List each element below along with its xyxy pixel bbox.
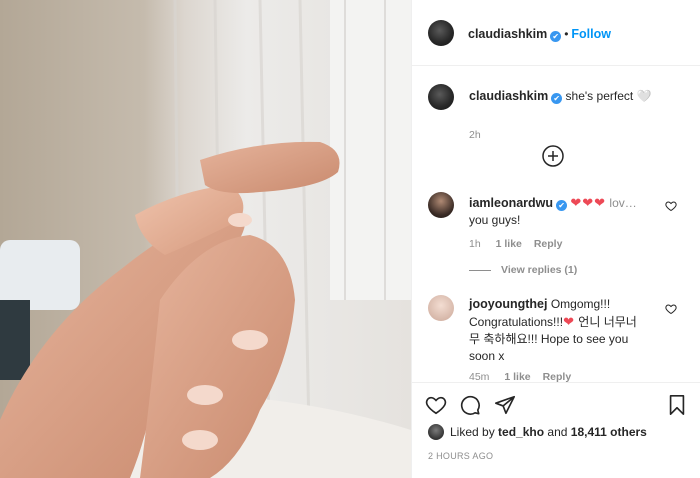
comment-body-line2a: Congratulations!!! [469, 315, 564, 329]
liked-and: and [547, 425, 568, 439]
heart-icon[interactable] [665, 200, 677, 212]
liked-by-line: Liked by ted_kho and 18,411 others [428, 424, 647, 440]
reply-button[interactable]: Reply [543, 371, 572, 382]
caption-age: 2h [469, 129, 481, 141]
post-actions: Liked by ted_kho and 18,411 others 2 HOU… [412, 382, 700, 478]
verified-icon: ✔ [550, 31, 562, 42]
comment-icon[interactable] [459, 394, 481, 416]
comment-likes[interactable]: 1 like [504, 371, 530, 382]
plus-circle-icon[interactable] [542, 145, 564, 167]
comment-row: jooyoungthej Omgomg!!! Congratulations!!… [412, 295, 700, 382]
post-header: claudiashkim ✔ • Follow [412, 0, 700, 66]
comment-body-line2: you guys! [469, 213, 521, 227]
caption-body: she's perfect 🤍 [565, 89, 652, 103]
comment-body-line2b: 언니 너무너 [574, 315, 637, 329]
red-heart-emoji: ❤ [563, 314, 575, 329]
liked-count[interactable]: 18,411 others [571, 425, 647, 439]
header-line: claudiashkim ✔ • Follow [468, 25, 611, 43]
verified-icon: ✔ [551, 93, 563, 104]
view-replies-button[interactable]: View replies (1) [469, 264, 577, 276]
reply-button[interactable]: Reply [534, 238, 563, 250]
comment-age: 1h [469, 238, 481, 250]
comment-likes[interactable]: 1 like [496, 238, 522, 250]
instagram-post-window: claudiashkim ✔ • Follow claudiashkim ✔ she's… [0, 0, 700, 478]
comment-row: iamleonardwu ✔ ❤❤❤ lov… you guys! 1h 1 li… [412, 192, 700, 262]
liker-avatar[interactable] [428, 424, 444, 440]
post-timestamp[interactable]: 2 HOURS AGO [428, 451, 493, 461]
comment-meta: 45m 1 like Reply [469, 371, 571, 382]
caption-avatar[interactable] [428, 84, 454, 110]
verified-icon: ✔ [556, 200, 568, 211]
comment-body-line1: Omgomg!!! [550, 297, 611, 311]
comment-username[interactable]: iamleonardwu [469, 196, 553, 210]
liked-user[interactable]: ted_kho [498, 425, 544, 439]
view-replies-label: View replies (1) [501, 264, 578, 276]
author-avatar[interactable] [428, 20, 454, 46]
comment-username[interactable]: jooyoungthej [469, 297, 547, 311]
caption-text: claudiashkim ✔ she's perfect 🤍 [469, 88, 661, 105]
caption-username[interactable]: claudiashkim [469, 89, 548, 103]
comment-text: jooyoungthej Omgomg!!! Congratulations!!… [469, 296, 661, 365]
heart-icon[interactable] [425, 394, 447, 416]
comments-list[interactable]: claudiashkim ✔ she's perfect 🤍 2h iamleon… [412, 67, 700, 382]
liked-prefix: Liked by [450, 425, 495, 439]
comment-body-truncated: lov… [609, 196, 637, 210]
caption-row: claudiashkim ✔ she's perfect 🤍 2h [412, 84, 700, 144]
heart-icon[interactable] [665, 303, 677, 315]
comment-text: iamleonardwu ✔ ❤❤❤ lov… you guys! [469, 194, 661, 229]
commenter-avatar[interactable] [428, 192, 454, 218]
hands-photo-illustration [0, 0, 411, 478]
caption-meta: 2h [469, 129, 493, 141]
comment-body-line4: soon x [469, 349, 505, 363]
post-side-panel: claudiashkim ✔ • Follow claudiashkim ✔ she's… [411, 0, 700, 478]
follow-button[interactable]: Follow [571, 27, 611, 41]
author-username[interactable]: claudiashkim [468, 27, 547, 41]
comment-body-line3: 무 축하해요!!! Hope to see you [469, 332, 629, 346]
comment-meta: 1h 1 like Reply [469, 238, 562, 250]
view-replies-line [469, 269, 491, 271]
bookmark-icon[interactable] [666, 394, 688, 416]
share-icon[interactable] [494, 394, 516, 416]
separator-dot: • [564, 27, 569, 41]
commenter-avatar[interactable] [428, 295, 454, 321]
red-hearts-emoji: ❤❤❤ [570, 195, 607, 210]
comment-age: 45m [469, 371, 490, 382]
post-photo[interactable] [0, 0, 411, 478]
